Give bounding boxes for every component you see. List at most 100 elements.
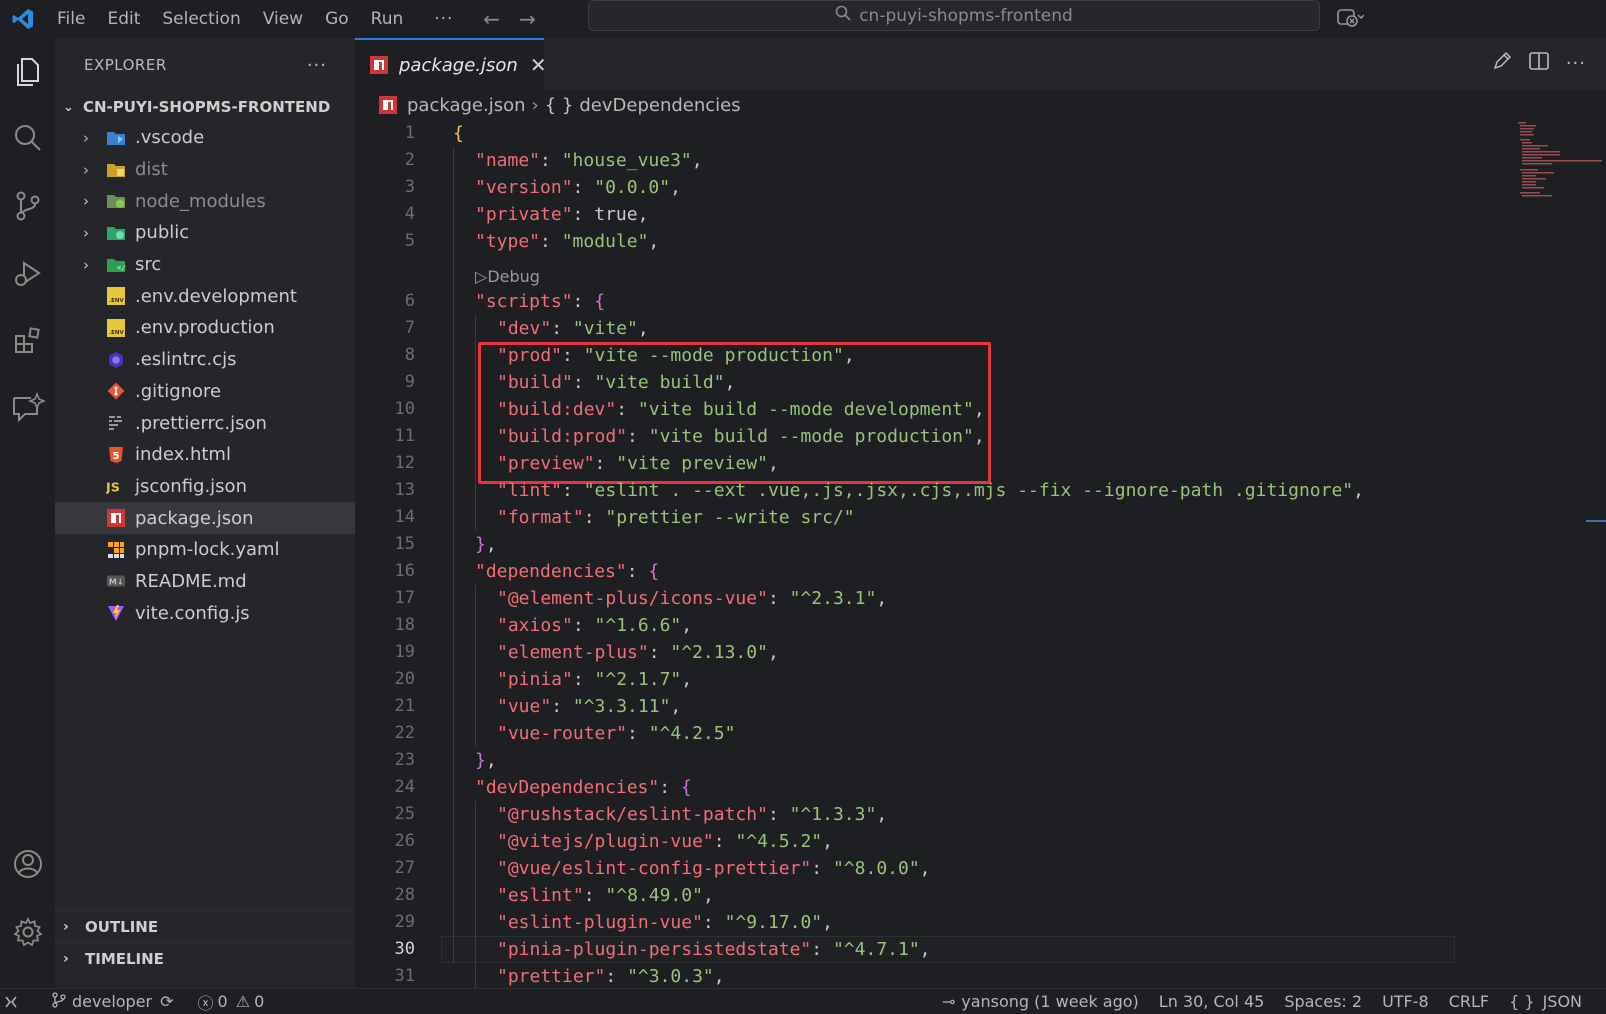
file-name: .env.production (135, 317, 275, 339)
file-item[interactable]: pnpm-lock.yaml (55, 534, 355, 566)
source-control-icon[interactable] (0, 176, 55, 236)
workspace-name: CN-PUYI-SHOPMS-FRONTEND (83, 98, 331, 116)
file-item[interactable]: .eslintrc.cjs (55, 344, 355, 376)
folder-item[interactable]: › </> src (55, 249, 355, 281)
menu-file[interactable]: File (46, 0, 96, 38)
explorer-more-button[interactable]: ··· (307, 55, 327, 76)
title-bar: File Edit Selection View Go Run ··· ← → cn-pu… (0, 0, 1606, 38)
git-blame-status[interactable]: ⊸ yansong (1 week ago) (932, 989, 1149, 1014)
folder-item[interactable]: › node_modules (55, 185, 355, 217)
debug-codelens[interactable]: ▷Debug (475, 266, 540, 288)
line-number: 31 (394, 966, 415, 986)
sync-icon: ⟳ (160, 992, 174, 1011)
end-of-line[interactable]: CRLF (1439, 989, 1499, 1014)
tab-title: package.json (399, 54, 518, 76)
file-item[interactable]: 5 index.html (55, 439, 355, 471)
file-item[interactable]: JS jsconfig.json (55, 471, 355, 503)
line-number: 1 (404, 123, 415, 143)
status-bar: developer ⟳ ⓧ 0 ⚠ 0 ⊸ yansong (1 week ag… (0, 988, 1606, 1014)
minimap[interactable] (1492, 120, 1602, 200)
menu-go[interactable]: Go (314, 0, 360, 38)
cursor-position[interactable]: Ln 30, Col 45 (1149, 989, 1275, 1014)
forward-arrow-icon[interactable]: → (509, 0, 545, 38)
code-line: "preview": "vite preview", (497, 453, 779, 474)
extensions-icon[interactable] (0, 310, 55, 370)
chat-sparkle-icon[interactable] (0, 378, 55, 438)
svg-text:5: 5 (113, 451, 120, 462)
breadcrumb-file[interactable]: package.json (407, 95, 526, 116)
env-file-icon: .ENV (106, 318, 126, 338)
file-item[interactable]: M↓ README.md (55, 566, 355, 598)
folder-item[interactable]: › dist (55, 154, 355, 186)
workspace-folder-row[interactable]: ⌄ CN-PUYI-SHOPMS-FRONTEND (55, 92, 355, 122)
folder-item[interactable]: › public (55, 217, 355, 249)
tab-package-json[interactable]: package.json ✕ (355, 38, 547, 90)
code-line: "pinia-plugin-persistedstate": "^4.7.1", (497, 939, 931, 960)
timeline-section[interactable]: › TIMELINE (55, 942, 355, 974)
line-number: 22 (394, 723, 415, 743)
code-line: "vue-router": "^4.2.5" (497, 723, 736, 744)
line-number: 15 (394, 534, 415, 554)
menu-more-button[interactable]: ··· (414, 0, 473, 38)
git-file-icon (106, 381, 126, 401)
file-item[interactable]: .prettierrc.json (55, 407, 355, 439)
file-item[interactable]: .ENV .env.production (55, 312, 355, 344)
file-item[interactable]: .gitignore (55, 376, 355, 408)
file-tree: › .vscode › dist › node_modules › public › </> src… (55, 122, 355, 629)
line-number: 2 (404, 150, 415, 170)
split-editor-icon[interactable] (1528, 50, 1550, 77)
accounts-icon[interactable] (0, 834, 55, 894)
settings-gear-icon[interactable] (0, 902, 55, 962)
public-folder-icon (106, 223, 126, 243)
line-number: 28 (394, 885, 415, 905)
file-item[interactable]: .ENV .env.development (55, 280, 355, 312)
menu-view[interactable]: View (252, 0, 314, 38)
line-number: 13 (394, 480, 415, 500)
chevron-right-icon: › (83, 223, 89, 242)
search-icon[interactable] (0, 108, 55, 168)
line-number: 27 (394, 858, 415, 878)
line-number: 10 (394, 399, 415, 419)
command-center-text: cn-puyi-shopms-frontend (859, 5, 1073, 26)
copilot-menu-icon[interactable] (1336, 4, 1386, 32)
language-mode[interactable]: { } JSON (1499, 989, 1606, 1014)
more-actions-icon[interactable]: ··· (1566, 53, 1586, 74)
file-name: README.md (135, 570, 247, 592)
back-arrow-icon[interactable]: ← (473, 0, 509, 38)
indentation[interactable]: Spaces: 2 (1274, 989, 1372, 1014)
branch-status[interactable]: developer ⟳ (28, 989, 184, 1014)
close-icon[interactable]: ✕ (530, 53, 547, 77)
explorer-files-icon[interactable] (0, 42, 55, 102)
file-item[interactable]: vite.config.js (55, 597, 355, 629)
svg-text:</>: </> (117, 264, 126, 272)
js-file-icon: JS (106, 476, 126, 496)
code-line: "version": "0.0.0", (475, 177, 681, 198)
menu-selection[interactable]: Selection (151, 0, 251, 38)
svg-text:.ENV: .ENV (109, 330, 124, 336)
error-count: 0 (217, 992, 228, 1011)
explorer-header: EXPLORER ··· (55, 38, 355, 92)
code-line: "@vue/eslint-config-prettier": "^8.0.0", (497, 858, 931, 879)
code-line: "vue": "^3.3.11", (497, 696, 682, 717)
menu-edit[interactable]: Edit (96, 0, 151, 38)
command-center-search[interactable]: cn-puyi-shopms-frontend (588, 0, 1320, 31)
file-item[interactable]: package.json (55, 502, 355, 534)
code-editor[interactable]: 1 {2 "name": "house_vue3", 3 "version": "0.0… (355, 120, 1606, 988)
chevron-right-icon: › (63, 918, 69, 935)
file-name: dist (135, 159, 168, 181)
pen-edit-icon[interactable] (1492, 51, 1512, 76)
remote-indicator-icon[interactable] (0, 989, 28, 1014)
code-line: "name": "house_vue3", (475, 150, 703, 171)
line-number: 29 (394, 912, 415, 932)
breadcrumb-symbol[interactable]: devDependencies (579, 95, 740, 116)
outline-section[interactable]: › OUTLINE (55, 910, 355, 942)
folder-item[interactable]: › .vscode (55, 122, 355, 154)
encoding[interactable]: UTF-8 (1372, 989, 1439, 1014)
explorer-title: EXPLORER (84, 56, 167, 74)
menu-run[interactable]: Run (360, 0, 415, 38)
run-debug-icon[interactable] (0, 244, 55, 304)
problems-status[interactable]: ⓧ 0 ⚠ 0 (184, 989, 275, 1014)
code-line: "lint": "eslint . --ext .vue,.js,.jsx,.c… (497, 480, 1364, 501)
branch-name: developer (72, 992, 153, 1011)
line-number: 21 (394, 696, 415, 716)
